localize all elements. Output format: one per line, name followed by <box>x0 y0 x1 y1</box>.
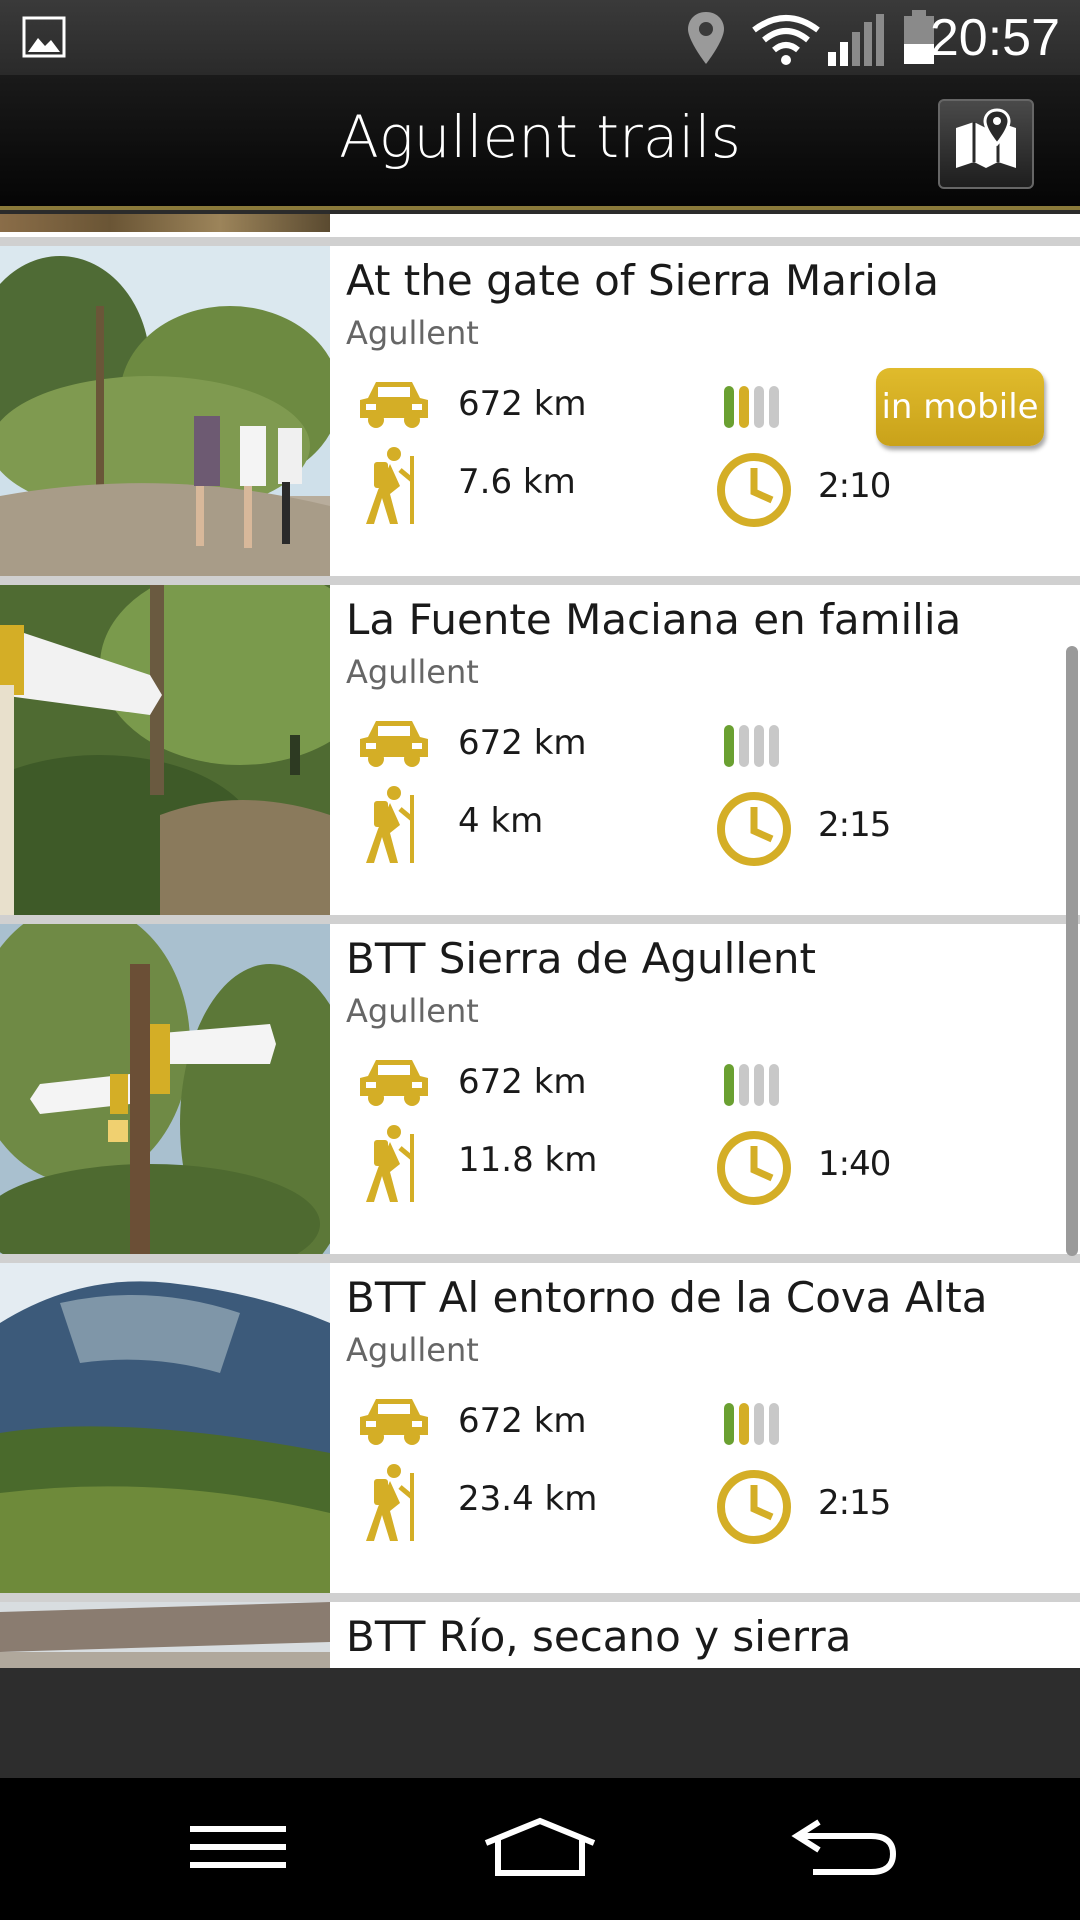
car-distance: 672 km <box>458 1062 587 1102</box>
walk-distance: 11.8 km <box>458 1140 598 1180</box>
app-bar: Agullent trails <box>0 75 1080 210</box>
trail-photo <box>0 214 330 232</box>
trail-card[interactable]: BTT Al entorno de la Cova Alta Agullent … <box>0 1263 1080 1593</box>
difficulty-icon <box>722 1401 786 1451</box>
location-icon <box>688 12 724 64</box>
trail-list[interactable]: At the gate of Sierra Mariola Agullent 6… <box>0 214 1080 1668</box>
back-button[interactable] <box>764 1804 924 1894</box>
walk-distance: 23.4 km <box>458 1479 598 1519</box>
difficulty-icon <box>722 723 786 773</box>
car-distance: 672 km <box>458 1401 587 1441</box>
trail-photo <box>0 924 330 1254</box>
car-distance: 672 km <box>458 384 587 424</box>
trail-photo <box>0 1263 330 1593</box>
image-icon <box>22 16 66 58</box>
scrollbar[interactable] <box>1066 646 1078 1256</box>
walk-distance: 4 km <box>458 801 544 841</box>
clock-icon <box>716 1130 792 1210</box>
trail-region: Agullent <box>346 1331 479 1369</box>
map-icon <box>950 106 1022 182</box>
walk-distance: 7.6 km <box>458 462 576 502</box>
menu-button[interactable] <box>158 1804 318 1894</box>
trail-card[interactable]: At the gate of Sierra Mariola Agullent 6… <box>0 246 1080 576</box>
hiker-icon <box>360 1124 422 1208</box>
list-item-partial-top[interactable] <box>0 214 1080 237</box>
signal-icon <box>828 14 884 66</box>
trail-duration: 1:40 <box>818 1144 891 1184</box>
navigation-bar <box>0 1778 1080 1920</box>
trail-region: Agullent <box>346 992 479 1030</box>
trail-region: Agullent <box>346 653 479 691</box>
car-icon <box>358 376 430 436</box>
menu-icon <box>188 1822 288 1876</box>
map-button[interactable] <box>938 99 1034 189</box>
trail-card[interactable]: La Fuente Maciana en familia Agullent 67… <box>0 585 1080 915</box>
trail-name: At the gate of Sierra Mariola <box>346 256 940 305</box>
clock-icon <box>716 791 792 871</box>
difficulty-icon <box>722 384 786 434</box>
hiker-icon <box>360 446 422 530</box>
clock-icon <box>716 452 792 532</box>
trail-name: La Fuente Maciana en familia <box>346 595 962 644</box>
footer-area <box>0 1668 1080 1778</box>
trail-region: Agullent <box>346 314 479 352</box>
trail-photo <box>0 246 330 576</box>
hiker-icon <box>360 1463 422 1547</box>
trail-duration: 2:15 <box>818 805 891 845</box>
car-icon <box>358 1393 430 1453</box>
home-icon <box>482 1817 598 1881</box>
difficulty-icon <box>722 1062 786 1112</box>
page-title: Agullent trails <box>339 103 741 171</box>
clock-icon <box>716 1469 792 1549</box>
screen: 20:57 Agullent trails At the gate of Sie… <box>0 0 1080 1920</box>
home-button[interactable] <box>460 1804 620 1894</box>
hiker-icon <box>360 785 422 869</box>
car-icon <box>358 715 430 775</box>
trail-card[interactable]: BTT Sierra de Agullent Agullent 672 km 1… <box>0 924 1080 1254</box>
trail-photo <box>0 1602 330 1668</box>
wifi-icon <box>752 15 820 65</box>
trail-name: BTT Sierra de Agullent <box>346 934 816 983</box>
trail-duration: 2:10 <box>818 466 891 506</box>
trail-card[interactable]: BTT Río, secano y sierra <box>0 1602 1080 1668</box>
status-bar: 20:57 <box>0 0 1080 75</box>
back-icon <box>789 1816 899 1882</box>
car-distance: 672 km <box>458 723 587 763</box>
car-icon <box>358 1054 430 1114</box>
trail-name: BTT Río, secano y sierra <box>346 1612 852 1661</box>
trail-name: BTT Al entorno de la Cova Alta <box>346 1273 988 1322</box>
in-mobile-badge[interactable]: in mobile <box>876 368 1044 446</box>
trail-photo <box>0 585 330 915</box>
status-time: 20:57 <box>929 9 1060 67</box>
trail-duration: 2:15 <box>818 1483 891 1523</box>
